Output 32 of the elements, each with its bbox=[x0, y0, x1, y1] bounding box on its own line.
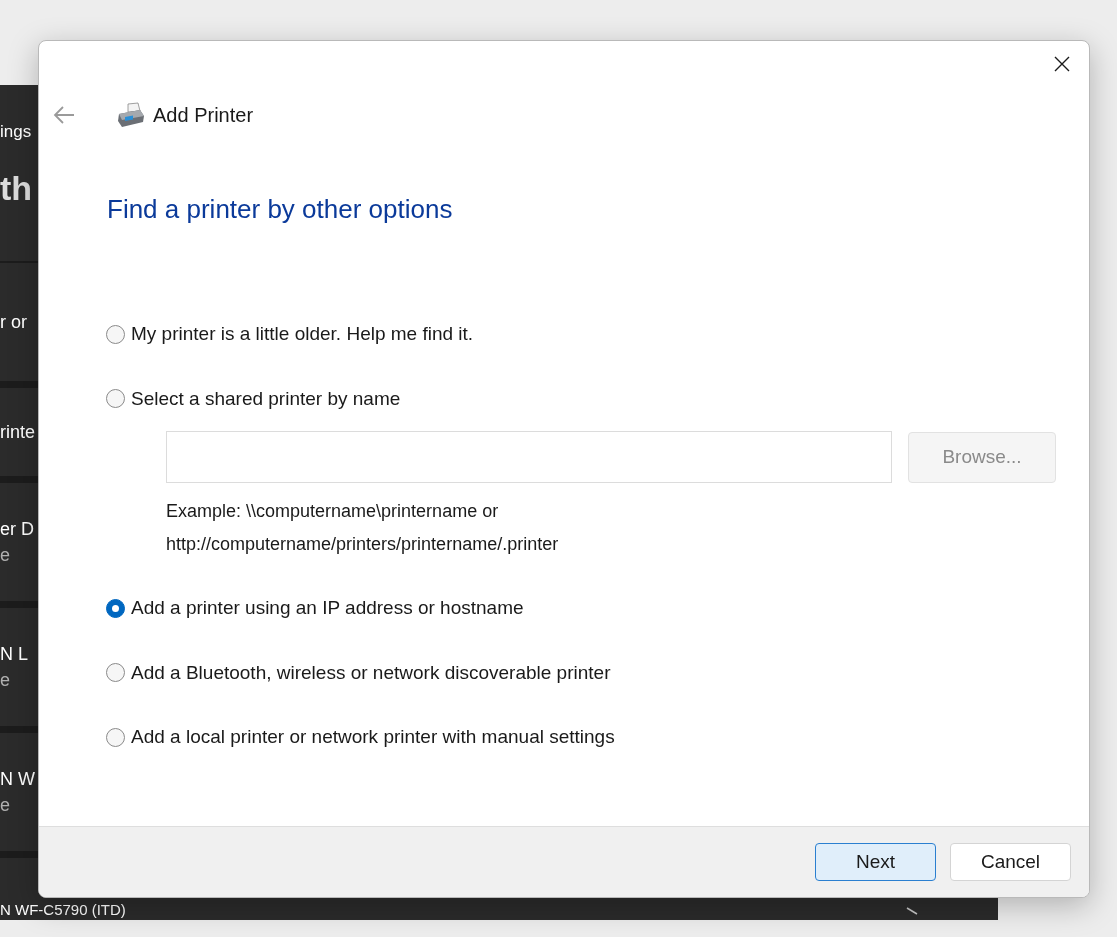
radio-button[interactable] bbox=[106, 324, 125, 344]
radio-button[interactable] bbox=[106, 389, 125, 409]
example-text: Example: \\computername\printername or bbox=[166, 500, 500, 523]
breadcrumb-text: ings bbox=[0, 121, 32, 143]
example-text: http://computername/printers/printername/.printer bbox=[166, 533, 560, 556]
option-label[interactable]: Add a printer using an IP address or hostname bbox=[131, 594, 524, 623]
dialog-heading: Find a printer by other options bbox=[107, 193, 454, 226]
card-subtitle: e bbox=[0, 796, 10, 814]
option-label[interactable]: Add a Bluetooth, wireless or network discoverable printer bbox=[131, 658, 611, 687]
card-title: rinte bbox=[0, 423, 35, 441]
option-label[interactable]: Select a shared printer by name bbox=[131, 384, 401, 413]
dialog-title: Add Printer bbox=[153, 103, 254, 128]
option-label[interactable]: Add a local printer or network printer with manual settings bbox=[131, 723, 615, 752]
card-title: er D bbox=[0, 520, 34, 538]
card-subtitle: e bbox=[0, 546, 10, 564]
back-arrow-icon[interactable] bbox=[52, 105, 76, 125]
radio-button[interactable] bbox=[106, 663, 125, 683]
grip-icon bbox=[906, 907, 918, 915]
card-title: N WF-C5790 (ITD) bbox=[0, 901, 126, 919]
card-title: N L bbox=[0, 645, 28, 663]
radio-button[interactable] bbox=[106, 598, 125, 618]
printer-name-field[interactable] bbox=[166, 431, 892, 483]
close-icon[interactable] bbox=[1053, 55, 1071, 73]
card-title: N W bbox=[0, 770, 35, 788]
radio-button[interactable] bbox=[106, 727, 125, 747]
printer-icon bbox=[116, 102, 146, 128]
next-button[interactable]: Next bbox=[815, 843, 936, 881]
card-subtitle: e bbox=[0, 671, 10, 689]
cancel-button[interactable]: Cancel bbox=[950, 843, 1071, 881]
card-title: r or bbox=[0, 313, 27, 331]
option-label[interactable]: My printer is a little older. Help me find it. bbox=[131, 320, 474, 349]
page-title: th bbox=[0, 171, 33, 205]
